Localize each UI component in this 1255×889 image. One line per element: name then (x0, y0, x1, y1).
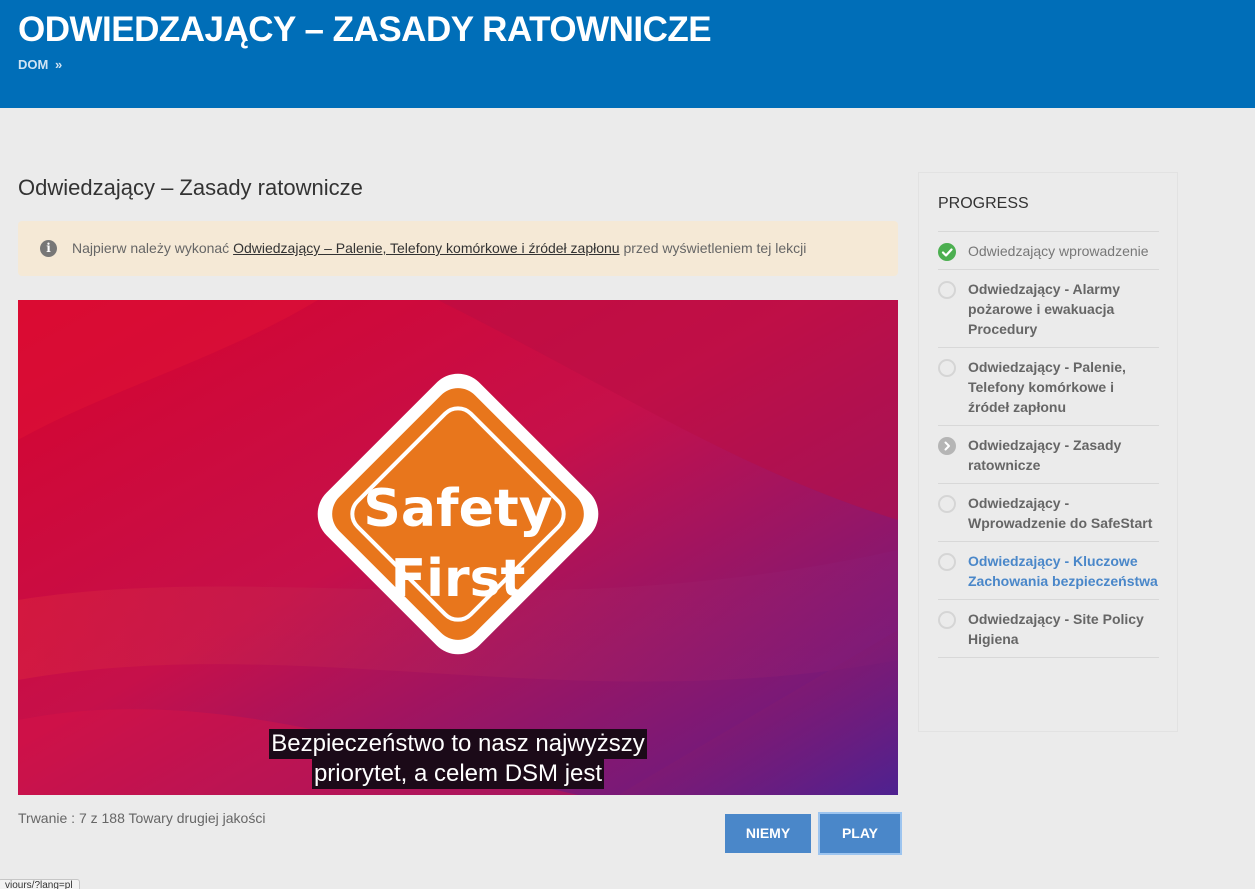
sign-line-1: Safety (363, 479, 552, 539)
empty-circle-icon (938, 495, 956, 513)
breadcrumb-separator-icon: » (54, 57, 63, 72)
progress-item-label: Odwiedzający wprowadzenie (968, 243, 1149, 259)
empty-circle-icon (938, 553, 956, 571)
progress-item-2[interactable]: Odwiedzający - Alarmy pożarowe i ewakuac… (938, 270, 1159, 348)
progress-item-3[interactable]: Odwiedzający - Palenie, Telefony komórko… (938, 348, 1159, 426)
prerequisite-notice: i Najpierw należy wykonać Odwiedzający –… (18, 221, 898, 276)
caption-line-2: priorytet, a celem DSM jest (311, 759, 605, 789)
progress-item-6[interactable]: Odwiedzający - Kluczowe Zachowania bezpi… (938, 542, 1159, 600)
page-header: ODWIEDZAJĄCY – ZASADY RATOWNICZE DOM » (0, 0, 1255, 108)
check-circle-icon (938, 243, 956, 261)
duration-text: Trwanie : 7 z 188 Towary drugiej jakości (18, 810, 266, 826)
progress-title: PROGRESS (938, 195, 1029, 212)
progress-item-label: Odwiedzający - Site Policy Higiena (968, 611, 1144, 647)
sign-line-2: First (391, 549, 526, 609)
video-caption: Bezpieczeństwo to nasz najwyższy prioryt… (18, 729, 898, 789)
progress-item-1[interactable]: Odwiedzający wprowadzenie (938, 232, 1159, 270)
notice-text: Najpierw należy wykonać Odwiedzający – P… (72, 240, 806, 256)
empty-circle-icon (938, 359, 956, 377)
progress-item-label: Odwiedzający - Kluczowe Zachowania bezpi… (968, 553, 1158, 589)
empty-circle-icon (938, 281, 956, 299)
caption-line-1: Bezpieczeństwo to nasz najwyższy (269, 729, 647, 759)
progress-item-label: Odwiedzający - Alarmy pożarowe i ewakuac… (968, 281, 1120, 337)
progress-item-4[interactable]: Odwiedzający - Zasady ratownicze (938, 426, 1159, 484)
chevron-right-circle-icon (938, 437, 956, 455)
progress-list: Odwiedzający wprowadzenie Odwiedzający -… (938, 231, 1159, 658)
video-player[interactable]: Safety First (18, 300, 898, 795)
progress-item-label: Odwiedzający - Zasady ratownicze (968, 437, 1122, 473)
page-header-title: ODWIEDZAJĄCY – ZASADY RATOWNICZE (18, 10, 712, 49)
prerequisite-lesson-link[interactable]: Odwiedzający – Palenie, Telefony komórko… (233, 240, 620, 256)
lesson-title: Odwiedzający – Zasady ratownicze (18, 175, 363, 200)
info-icon: i (40, 240, 57, 257)
mute-button[interactable]: NIEMY (725, 814, 811, 853)
empty-circle-icon (938, 611, 956, 629)
status-url-tooltip: viours/?lang=pl (0, 879, 80, 889)
progress-item-label: Odwiedzający - Palenie, Telefony komórko… (968, 359, 1126, 415)
video-frame-graphic: Safety First (18, 300, 898, 795)
progress-item-7[interactable]: Odwiedzający - Site Policy Higiena (938, 600, 1159, 658)
breadcrumb-home-link[interactable]: DOM (18, 57, 48, 72)
breadcrumb: DOM » (18, 57, 62, 72)
progress-item-5[interactable]: Odwiedzający - Wprowadzenie do SafeStart (938, 484, 1159, 542)
notice-suffix: przed wyświetleniem tej lekcji (619, 240, 807, 256)
progress-sidebar: PROGRESS Odwiedzający wprowadzenie Odwie… (918, 172, 1178, 732)
progress-item-label: Odwiedzający - Wprowadzenie do SafeStart (968, 495, 1153, 531)
notice-prefix: Najpierw należy wykonać (72, 240, 234, 256)
play-button[interactable]: PLAY (818, 812, 902, 855)
